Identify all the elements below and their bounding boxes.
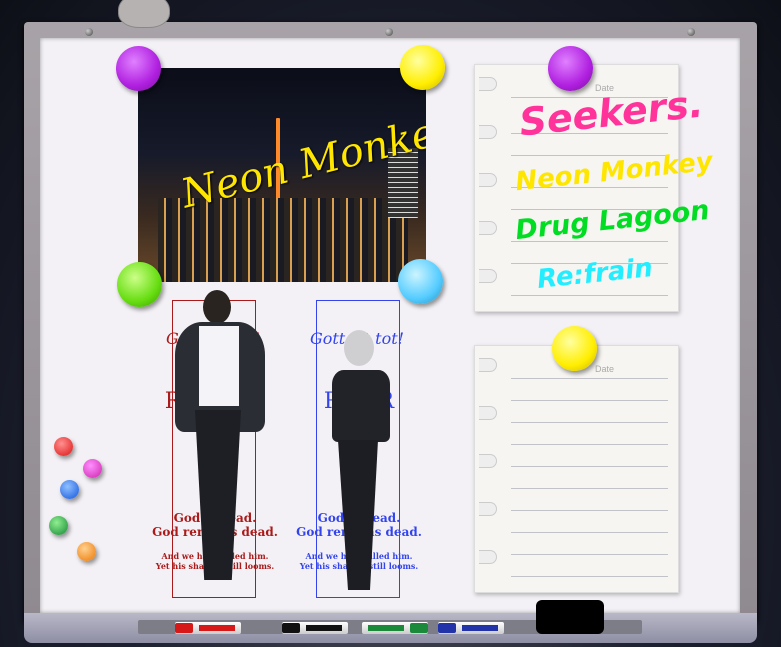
- cat-icon[interactable]: [118, 0, 170, 28]
- menu-item-refrain[interactable]: Re:frain: [536, 253, 654, 295]
- magnet-blue[interactable]: [60, 480, 79, 499]
- pin-yellow: [552, 326, 597, 371]
- character-female[interactable]: [318, 330, 408, 595]
- marker-black[interactable]: [282, 622, 348, 634]
- pin-green: [117, 262, 162, 307]
- screw-icon: [385, 28, 393, 36]
- magnet-orange[interactable]: [77, 542, 96, 561]
- pin-purple: [548, 46, 593, 91]
- screw-icon: [687, 28, 695, 36]
- blank-note: Date: [474, 345, 679, 593]
- magnet-green[interactable]: [49, 516, 68, 535]
- magnet-pink[interactable]: [83, 459, 102, 478]
- eraser[interactable]: [536, 600, 604, 634]
- marker-red[interactable]: [175, 622, 241, 634]
- pin-purple: [116, 46, 161, 91]
- date-label: Date: [595, 364, 615, 374]
- screw-icon: [85, 28, 93, 36]
- pin-blue: [398, 259, 443, 304]
- marker-green[interactable]: [362, 622, 428, 634]
- neon-monkey-photo[interactable]: Neon Monkey: [138, 68, 426, 282]
- marker-blue[interactable]: [438, 622, 504, 634]
- character-male[interactable]: [165, 290, 275, 595]
- magnet-red[interactable]: [54, 437, 73, 456]
- pin-yellow: [400, 45, 445, 90]
- menu-item-seekers[interactable]: Seekers.: [517, 81, 705, 144]
- menu-note: Date Seekers. Neon Monkey Drug Lagoon Re…: [474, 64, 714, 312]
